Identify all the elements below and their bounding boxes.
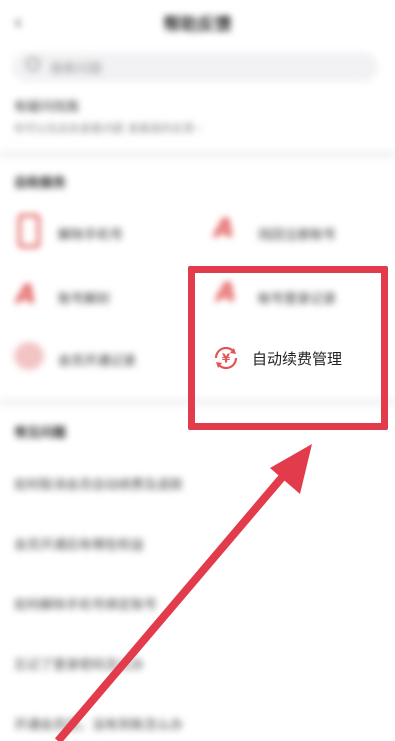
pointer-arrow: [54, 444, 312, 741]
